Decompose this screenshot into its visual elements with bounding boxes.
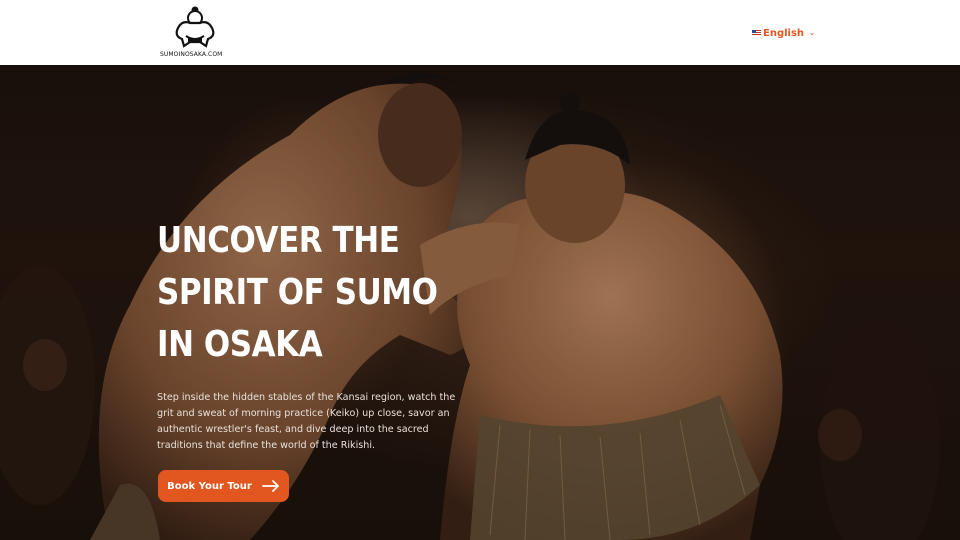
arrow-right-icon — [261, 480, 280, 492]
hero-description: Step inside the hidden stables of the Ka… — [157, 392, 456, 451]
sumo-wrestler-logo-icon — [175, 6, 215, 48]
hero-section: UNCOVER THE SPIRIT OF SUMO IN OSAKA Step… — [0, 65, 960, 540]
us-flag-icon — [752, 30, 761, 36]
book-tour-label: Book Your Tour — [167, 480, 252, 492]
language-label: English — [763, 27, 805, 39]
sumo-wrestlers-photo — [0, 65, 960, 540]
book-tour-button[interactable]: Book Your Tour — [158, 470, 289, 502]
logo-text: SUMOINOSAKA.COM — [160, 51, 223, 58]
site-header: SUMOINOSAKA.COM English ⌄ — [0, 0, 960, 65]
language-selector[interactable]: English ⌄ — [752, 26, 815, 40]
site-logo[interactable]: SUMOINOSAKA.COM — [160, 6, 228, 62]
chevron-down-icon: ⌄ — [809, 29, 815, 37]
hero-headline: UNCOVER THE SPIRIT OF SUMO IN OSAKA — [157, 220, 438, 365]
